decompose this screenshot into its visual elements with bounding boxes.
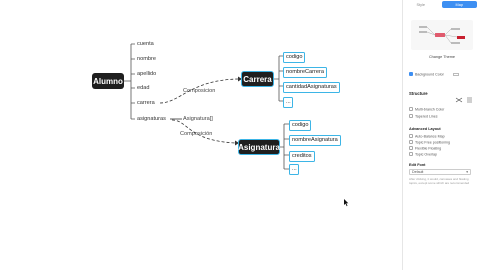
tab-style[interactable]: Style xyxy=(403,0,439,9)
asignatura-field-creditos[interactable]: creditos xyxy=(289,151,315,162)
attribute-edad[interactable]: edad xyxy=(137,84,149,92)
font-select-value: Default xyxy=(412,170,424,174)
multi-branch-color-option[interactable]: Multi-branch Color xyxy=(409,107,444,112)
node-carrera[interactable]: Carrera xyxy=(241,71,274,87)
asignatura-field-more[interactable]: ... xyxy=(289,164,299,175)
carrera-field-cantidad[interactable]: cantidadAsignaturas xyxy=(283,82,340,93)
theme-preview-graphic xyxy=(419,26,465,44)
free-positioning-option[interactable]: Topic Free positioning xyxy=(409,140,450,145)
structure-icons[interactable] xyxy=(455,90,475,103)
attribute-carrera[interactable]: carrera xyxy=(137,99,155,107)
multi-branch-checkbox[interactable] xyxy=(409,107,413,111)
auto-balance-label: Auto-Balance Map xyxy=(415,134,445,139)
tapered-lines-label: Tapered Lines xyxy=(415,114,438,119)
attribute-apellido[interactable]: apellido xyxy=(137,70,156,78)
tapered-lines-checkbox[interactable] xyxy=(409,114,413,118)
font-hint-text: After clicking, it would, canvases and f… xyxy=(409,177,470,185)
chevron-down-icon: ▾ xyxy=(466,170,468,174)
carrera-field-codigo[interactable]: codigo xyxy=(283,52,306,63)
free-positioning-label: Topic Free positioning xyxy=(415,140,450,145)
attribute-nombre[interactable]: nombre xyxy=(137,55,156,63)
edit-font-heading: Edit Font xyxy=(409,163,426,167)
background-color-option[interactable]: Background Color xyxy=(409,72,459,77)
attribute-cuenta[interactable]: cuenta xyxy=(137,40,154,48)
advanced-layout-heading: Advanced Layout xyxy=(409,127,441,131)
color-swatch[interactable] xyxy=(452,72,459,76)
relation-label-asignatura-array[interactable]: Asignatura[] xyxy=(183,116,213,122)
auto-balance-option[interactable]: Auto-Balance Map xyxy=(409,134,445,139)
carrera-field-more[interactable]: ... xyxy=(283,97,293,108)
mind-map-canvas[interactable]: Alumno cuenta nombre apellido edad carre… xyxy=(0,0,402,270)
multi-branch-label: Multi-branch Color xyxy=(415,107,445,112)
node-asignatura[interactable]: Asignatura xyxy=(238,139,280,155)
relation-label-composicion[interactable]: Composicion xyxy=(183,88,215,94)
topic-overlap-checkbox[interactable] xyxy=(409,152,413,156)
flexible-floating-checkbox[interactable] xyxy=(409,146,413,150)
format-panel: Style Map Change Theme Background Color … xyxy=(402,0,480,270)
asignatura-children-connector xyxy=(280,123,289,170)
panel-tabs: Style Map xyxy=(403,0,480,9)
asignatura-field-codigo[interactable]: codigo xyxy=(289,120,312,131)
mouse-cursor-icon xyxy=(344,199,349,207)
carrera-field-nombre[interactable]: nombreCarrera xyxy=(283,67,327,78)
auto-balance-checkbox[interactable] xyxy=(409,134,413,138)
asignatura-field-nombre[interactable]: nombreAsignatura xyxy=(289,135,341,146)
background-color-label: Background Color xyxy=(415,72,444,77)
change-theme-button[interactable]: Change Theme xyxy=(411,55,473,59)
tapered-lines-option[interactable]: Tapered Lines xyxy=(409,114,438,119)
attribute-asignaturas[interactable]: asignaturas xyxy=(137,115,166,123)
theme-preview-thumbnail[interactable] xyxy=(411,20,473,50)
flexible-floating-option[interactable]: Flexible Floating xyxy=(409,146,441,151)
flexible-floating-label: Flexible Floating xyxy=(415,146,442,151)
tab-map[interactable]: Map xyxy=(441,1,477,8)
structure-layout-icon xyxy=(455,97,472,103)
topic-overlap-option[interactable]: Topic Overlap xyxy=(409,152,437,157)
font-select[interactable]: Default ▾ xyxy=(409,169,471,175)
topic-overlap-label: Topic Overlap xyxy=(415,152,437,157)
background-color-checkbox[interactable] xyxy=(409,72,413,76)
structure-heading: Structure xyxy=(409,91,428,96)
free-positioning-checkbox[interactable] xyxy=(409,140,413,144)
relation-label-composicion-2[interactable]: Composición xyxy=(180,131,212,137)
root-node-alumno[interactable]: Alumno xyxy=(92,73,124,89)
